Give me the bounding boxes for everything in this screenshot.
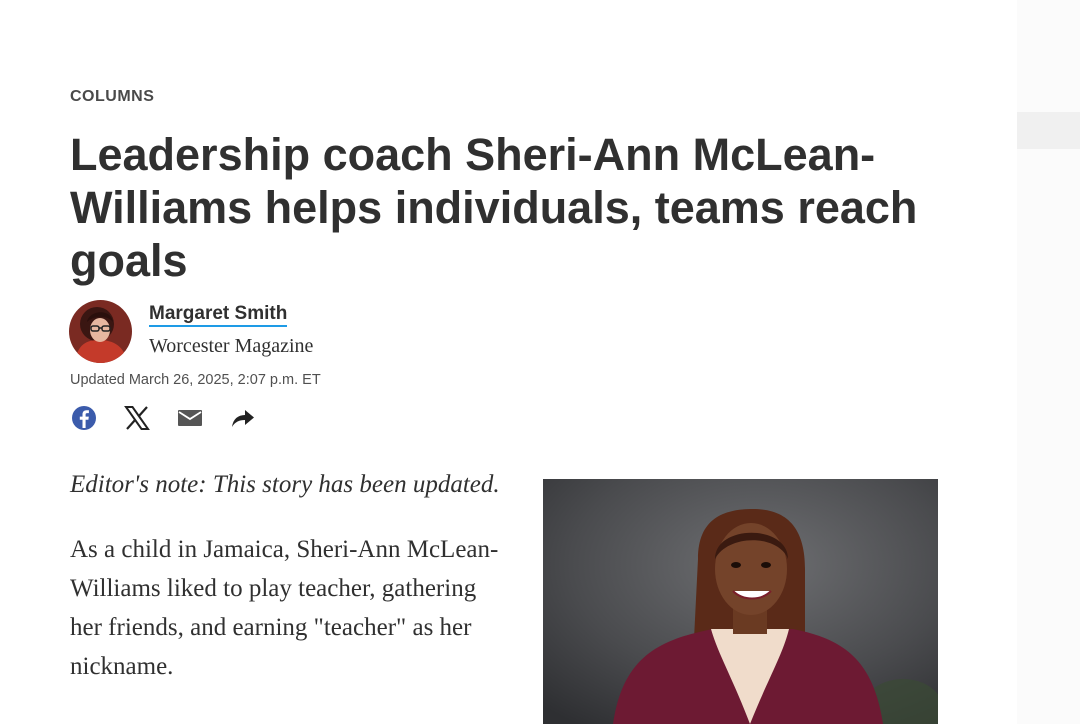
editor-note: Editor's note: This story has been updat…	[70, 465, 510, 504]
updated-timestamp: Updated March 26, 2025, 2:07 p.m. ET	[70, 372, 321, 388]
author-photo	[69, 300, 132, 363]
email-icon[interactable]	[176, 404, 204, 432]
article-photo[interactable]	[543, 479, 938, 724]
portrait-image	[543, 479, 938, 724]
article-body: Editor's note: This story has been updat…	[70, 465, 510, 712]
ad-placeholder	[1017, 112, 1080, 149]
author-name-link[interactable]: Margaret Smith	[149, 303, 287, 327]
author-avatar[interactable]	[69, 300, 132, 363]
facebook-icon[interactable]	[70, 404, 98, 432]
share-arrow-icon[interactable]	[229, 404, 257, 432]
article-paragraph: As a child in Jamaica, Sheri-Ann McLean-…	[70, 530, 510, 686]
author-publication: Worcester Magazine	[149, 335, 313, 358]
x-icon[interactable]	[123, 404, 151, 432]
section-label[interactable]: COLUMNS	[70, 88, 154, 106]
article-headline: Leadership coach Sheri-Ann McLean-Willia…	[70, 128, 940, 287]
right-rail	[1017, 0, 1080, 724]
